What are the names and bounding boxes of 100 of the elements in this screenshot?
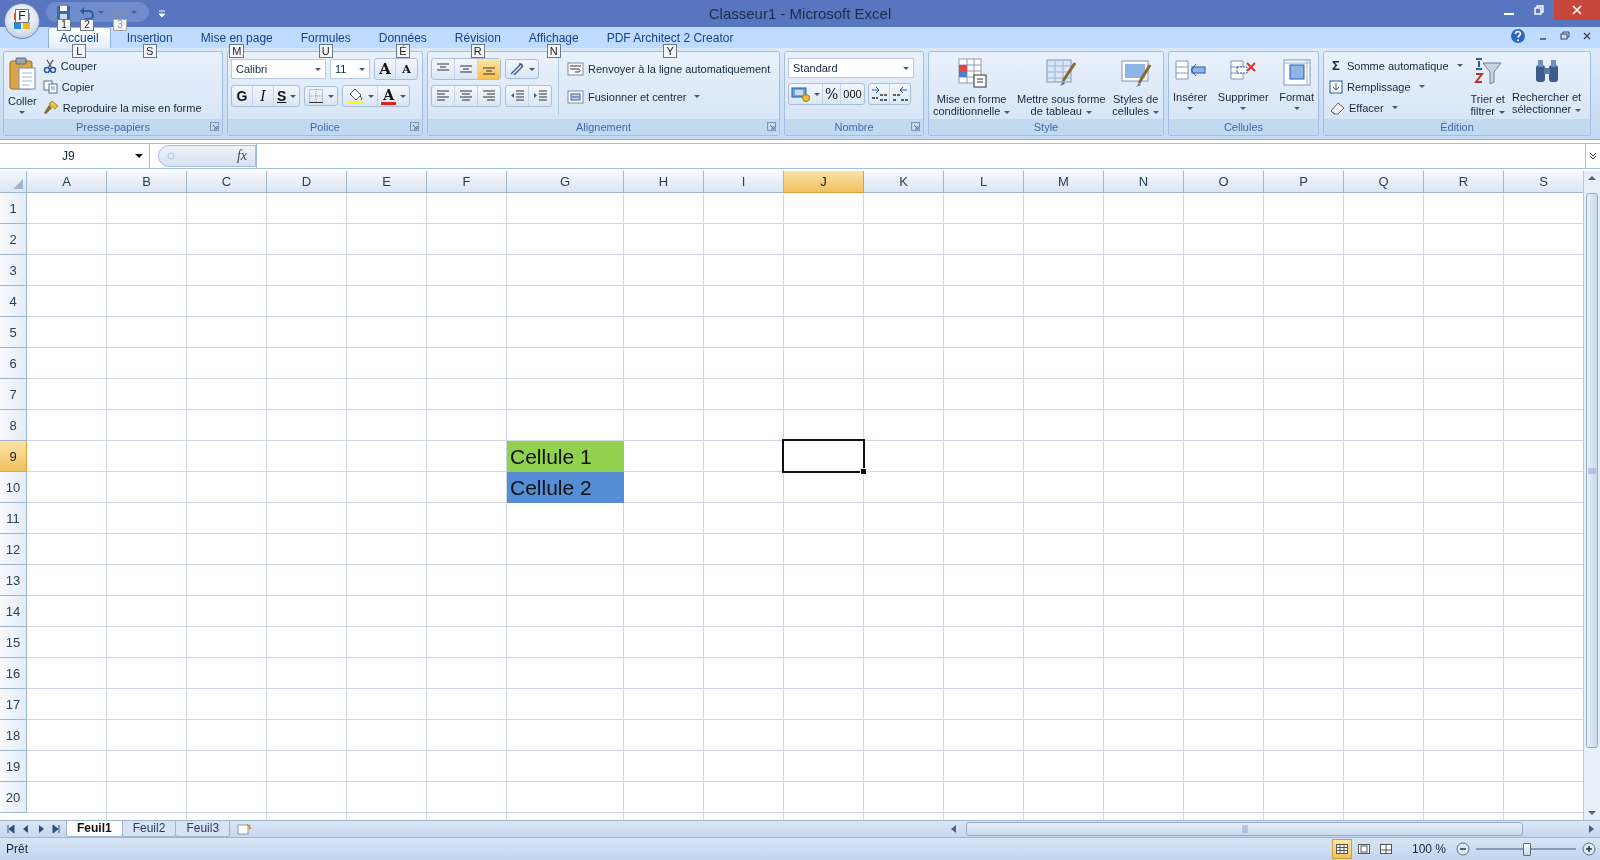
row-header[interactable]: 19 bbox=[0, 751, 27, 782]
column-header[interactable]: L bbox=[944, 171, 1024, 193]
font-color-button[interactable]: A bbox=[378, 86, 410, 106]
percent-button[interactable]: % bbox=[823, 84, 842, 104]
ribbon-button[interactable]: Trier et filtrer bbox=[1469, 55, 1506, 119]
sheet-tab[interactable]: Feuil1 bbox=[66, 821, 123, 837]
underline-button[interactable]: S bbox=[274, 86, 300, 106]
scroll-thumb[interactable] bbox=[1586, 193, 1598, 748]
vertical-scrollbar[interactable] bbox=[1583, 171, 1600, 820]
ribbon-button[interactable]: Reproduire la mise en forme bbox=[40, 97, 204, 118]
field-value: J9 bbox=[62, 149, 75, 163]
ribbon-button[interactable]: Effacer bbox=[1327, 97, 1465, 118]
column-header[interactable]: S bbox=[1504, 171, 1583, 193]
ribbon-button[interactable]: Coller bbox=[7, 55, 38, 119]
column-header[interactable]: G bbox=[507, 171, 624, 193]
orientation-button[interactable] bbox=[505, 59, 539, 79]
thousands-button[interactable]: 000 bbox=[841, 84, 864, 104]
normal-view-button[interactable] bbox=[1332, 839, 1352, 859]
sheet-tab[interactable]: Feuil3 bbox=[175, 821, 231, 837]
column-header[interactable]: P bbox=[1264, 171, 1344, 193]
column-header[interactable]: I bbox=[704, 171, 784, 193]
row-header[interactable]: 1 bbox=[0, 193, 27, 224]
row-header[interactable]: 4 bbox=[0, 286, 27, 317]
row-header[interactable]: 14 bbox=[0, 596, 27, 627]
zoom-level: 100 % bbox=[1412, 842, 1448, 856]
ribbon-button[interactable]: Format bbox=[1278, 55, 1315, 119]
ribbon-button[interactable]: Σ Somme automatique bbox=[1327, 55, 1465, 76]
ribbon-button[interactable]: Couper bbox=[40, 55, 204, 76]
row-header[interactable]: 20 bbox=[0, 782, 27, 813]
row-header[interactable]: 17 bbox=[0, 689, 27, 720]
row-header[interactable]: 9 bbox=[0, 441, 27, 472]
slider-thumb[interactable] bbox=[1523, 843, 1531, 856]
column-header[interactable]: O bbox=[1184, 171, 1264, 193]
ribbon-button[interactable]: Fusionner et centrer bbox=[565, 86, 773, 107]
number-format-field[interactable]: Standard bbox=[788, 58, 914, 78]
font-name-field[interactable]: Calibri bbox=[231, 59, 326, 79]
row-header[interactable]: 8 bbox=[0, 410, 27, 441]
row-header[interactable]: 12 bbox=[0, 534, 27, 565]
row-header[interactable]: 10 bbox=[0, 472, 27, 503]
dialog-launcher-icon bbox=[210, 122, 219, 131]
sheet-tab[interactable]: Feuil2 bbox=[121, 821, 177, 837]
row-header[interactable]: 18 bbox=[0, 720, 27, 751]
sheet-nav-icon[interactable] bbox=[6, 824, 16, 834]
row-header[interactable]: 7 bbox=[0, 379, 27, 410]
row-header[interactable]: 15 bbox=[0, 627, 27, 658]
column-header[interactable]: J bbox=[784, 171, 864, 193]
help-icon[interactable] bbox=[1510, 28, 1526, 44]
column-header[interactable]: K bbox=[864, 171, 944, 193]
scroll-thumb[interactable] bbox=[966, 822, 1523, 836]
grow-font-button[interactable]: A bbox=[375, 59, 396, 79]
row-header[interactable]: 11 bbox=[0, 503, 27, 534]
ribbon-button[interactable]: Remplissage bbox=[1327, 76, 1465, 97]
currency-button[interactable] bbox=[789, 84, 823, 104]
name-box[interactable]: J9 bbox=[0, 144, 150, 168]
row-header[interactable]: 5 bbox=[0, 317, 27, 348]
zoom-out-icon[interactable] bbox=[1456, 842, 1470, 856]
bold-button[interactable]: G bbox=[232, 86, 253, 106]
column-header[interactable]: F bbox=[427, 171, 507, 193]
ribbon-button[interactable]: Styles de cellules bbox=[1111, 55, 1160, 119]
column-header[interactable]: Q bbox=[1344, 171, 1424, 193]
column-header[interactable]: A bbox=[27, 171, 107, 193]
font-size-field[interactable]: 11 bbox=[330, 59, 370, 79]
close-icon[interactable] bbox=[1582, 31, 1592, 41]
close-button[interactable] bbox=[1554, 0, 1600, 20]
shrink-font-button[interactable]: A bbox=[396, 59, 417, 79]
ribbon-button[interactable]: Renvoyer à la ligne automatiquement bbox=[565, 58, 773, 79]
dialog-launcher-icon bbox=[911, 122, 920, 131]
caret-icon bbox=[1004, 110, 1011, 114]
column-header[interactable]: H bbox=[624, 171, 704, 193]
align-button[interactable] bbox=[478, 59, 500, 79]
sheet-nav-icon[interactable] bbox=[51, 824, 61, 834]
row-header[interactable]: 6 bbox=[0, 348, 27, 379]
keytip-tooltip: N bbox=[546, 44, 561, 58]
row-header[interactable]: 13 bbox=[0, 565, 27, 596]
caret-icon bbox=[328, 94, 335, 98]
fill-handle[interactable] bbox=[860, 468, 867, 475]
column-header[interactable]: M bbox=[1024, 171, 1104, 193]
column-header[interactable]: B bbox=[107, 171, 187, 193]
column-header[interactable]: N bbox=[1104, 171, 1184, 193]
column-header[interactable]: D bbox=[267, 171, 347, 193]
ribbon-button[interactable]: Rechercher et sélectionner bbox=[1510, 55, 1583, 119]
restore-icon[interactable] bbox=[1560, 31, 1570, 41]
borders-button[interactable] bbox=[304, 86, 339, 106]
ribbon-button[interactable]: Insérer bbox=[1172, 55, 1209, 119]
insert-sheet-icon[interactable] bbox=[236, 822, 253, 836]
italic-button[interactable]: I bbox=[253, 86, 274, 106]
toolbar-button[interactable] bbox=[54, 4, 73, 20]
customize-toolbar-icon[interactable] bbox=[157, 8, 167, 19]
column-header[interactable]: E bbox=[347, 171, 427, 193]
row-header[interactable]: 3 bbox=[0, 255, 27, 286]
row-header[interactable]: 2 bbox=[0, 224, 27, 255]
insert-function-button[interactable]: fx bbox=[236, 148, 247, 164]
column-header[interactable]: R bbox=[1424, 171, 1504, 193]
ribbon-button[interactable]: Mettre sous forme de tableau bbox=[1015, 55, 1107, 119]
zoom-in-icon[interactable] bbox=[1582, 842, 1596, 856]
column-header[interactable]: C bbox=[187, 171, 267, 193]
ribbon-button[interactable]: Mise en forme conditionnelle bbox=[932, 55, 1012, 119]
ribbon-button[interactable]: Copier bbox=[40, 76, 204, 97]
ribbon-button[interactable]: Supprimer bbox=[1216, 55, 1270, 119]
row-header[interactable]: 16 bbox=[0, 658, 27, 689]
